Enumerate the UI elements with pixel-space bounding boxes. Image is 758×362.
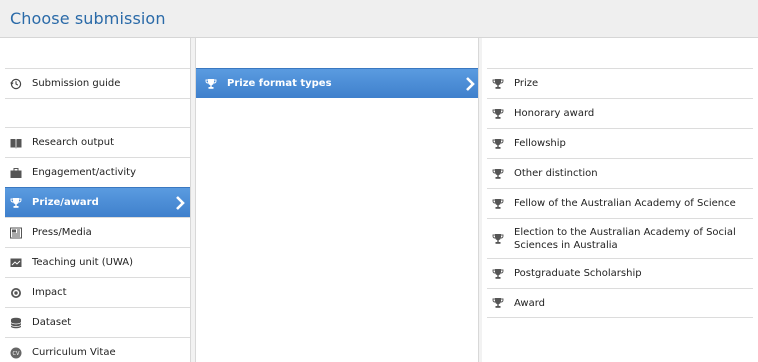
- column3-item-label: Postgraduate Scholarship: [514, 268, 642, 279]
- column1-item-impact[interactable]: Impact: [5, 277, 190, 307]
- column1-item-submission-guide[interactable]: Submission guide: [5, 68, 190, 98]
- trophy-icon: [491, 232, 505, 246]
- column3-item-honorary-award[interactable]: Honorary award: [487, 98, 753, 128]
- column1-item-label: Impact: [32, 287, 67, 298]
- trophy-icon: [9, 196, 23, 210]
- target-icon: [9, 286, 23, 300]
- column3-item-label: Fellowship: [514, 138, 566, 149]
- title-bar: Choose submission: [0, 0, 758, 38]
- trophy-icon: [491, 267, 505, 281]
- column3-item-prize[interactable]: Prize: [487, 68, 753, 98]
- column3-item-label: Award: [514, 297, 546, 309]
- cv-icon: CV: [9, 346, 23, 360]
- book-icon: [9, 136, 23, 150]
- trophy-icon: [491, 197, 505, 211]
- column2-item-label: Prize format types: [227, 78, 332, 89]
- column1-item-label: Press/Media: [32, 227, 92, 238]
- column1-item-label: Prize/award: [32, 197, 99, 208]
- trophy-icon: [491, 77, 505, 91]
- column3-item-other-distinction[interactable]: Other distinction: [487, 158, 753, 188]
- column1-item-press-media[interactable]: Press/Media: [5, 217, 190, 247]
- column1-item-label: Engagement/activity: [32, 167, 137, 178]
- column3-item-election-assa[interactable]: Election to the Australian Academy of So…: [487, 218, 753, 258]
- column1-item-curriculum-vitae[interactable]: CV Curriculum Vitae: [5, 337, 190, 362]
- svg-text:CV: CV: [13, 351, 20, 357]
- column1-item-label: Dataset: [32, 317, 72, 328]
- briefcase-icon: [9, 166, 23, 180]
- trophy-icon: [204, 77, 218, 91]
- column1-item-dataset[interactable]: Dataset: [5, 307, 190, 337]
- presentation-icon: [9, 256, 23, 270]
- trophy-icon: [491, 296, 505, 310]
- column1-item-research-output[interactable]: Research output: [5, 127, 190, 157]
- chevron-right-icon: [464, 76, 476, 92]
- newspaper-icon: [9, 226, 23, 240]
- column1-item-label: Teaching unit (UWA): [32, 257, 134, 268]
- history-icon: [9, 77, 23, 91]
- column3-item-award[interactable]: Award: [487, 288, 753, 318]
- format-type-column: Prize format types: [196, 38, 480, 362]
- page-title: Choose submission: [10, 9, 166, 28]
- column1-item-prize-award[interactable]: Prize/award: [5, 187, 190, 217]
- chevron-right-icon: [174, 195, 186, 211]
- column1-item-label: Curriculum Vitae: [32, 347, 116, 358]
- column1-item-label: Research output: [32, 137, 115, 148]
- column1-item-teaching-unit[interactable]: Teaching unit (UWA): [5, 247, 190, 277]
- prize-type-column: Prize Honorary award Fellowship Other di…: [482, 38, 758, 362]
- column3-item-postgraduate-scholarship[interactable]: Postgraduate Scholarship: [487, 258, 753, 288]
- column3-item-label: Honorary award: [514, 108, 595, 119]
- column3-item-label: Election to the Australian Academy of So…: [514, 226, 736, 251]
- column3-item-label: Prize: [514, 78, 539, 89]
- column3-item-label: Fellow of the Australian Academy of Scie…: [514, 198, 736, 209]
- column2-item-prize-format-types[interactable]: Prize format types: [196, 68, 480, 98]
- column1-item-engagement-activity[interactable]: Engagement/activity: [5, 157, 190, 187]
- database-icon: [9, 316, 23, 330]
- trophy-icon: [491, 137, 505, 151]
- trophy-icon: [491, 107, 505, 121]
- column3-item-fellow-aas[interactable]: Fellow of the Australian Academy of Scie…: [487, 188, 753, 218]
- trophy-icon: [491, 167, 505, 181]
- column1-spacer: [5, 98, 190, 128]
- column1-item-label: Submission guide: [32, 78, 121, 89]
- submission-category-column: Submission guide Research output Engagem…: [0, 38, 196, 362]
- column3-item-label: Other distinction: [514, 168, 598, 179]
- column3-item-fellowship[interactable]: Fellowship: [487, 128, 753, 158]
